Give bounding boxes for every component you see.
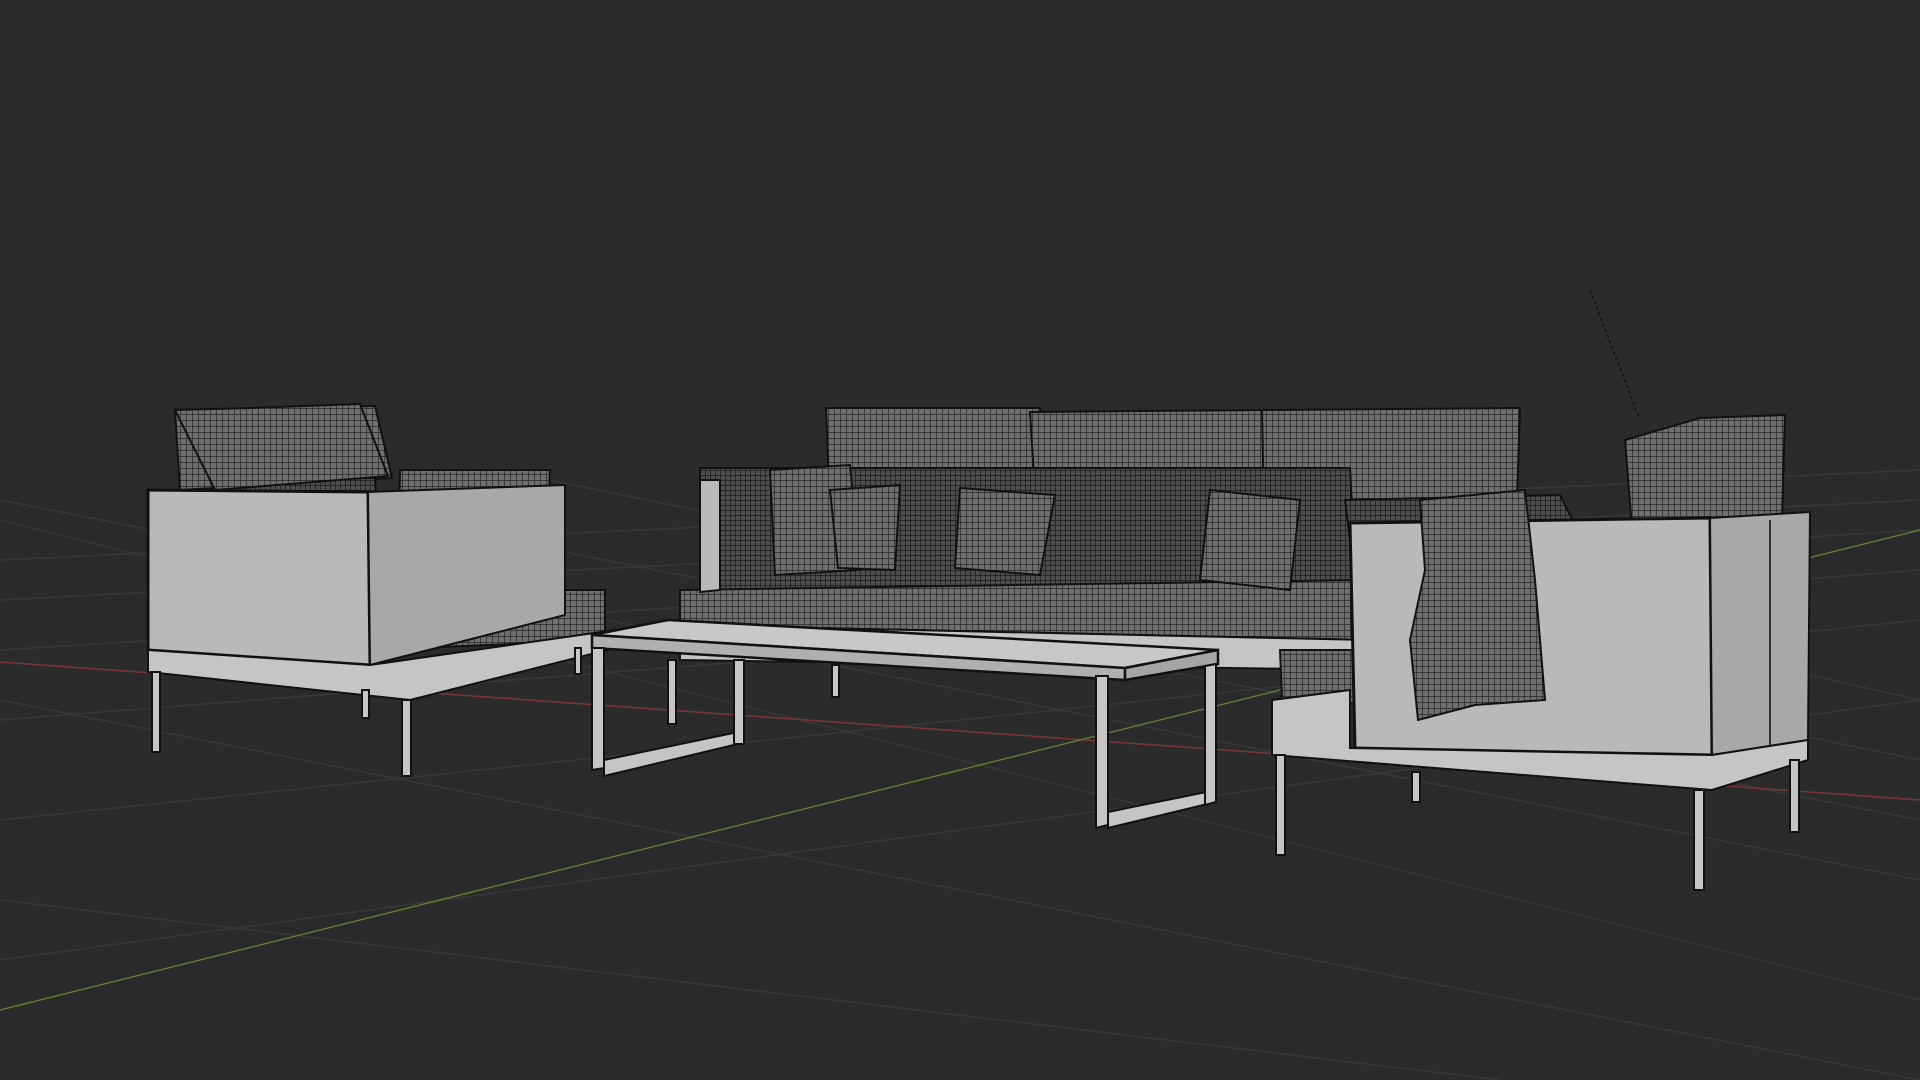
coffee-table[interactable] — [590, 618, 1220, 830]
throw-blanket[interactable] — [1408, 488, 1547, 722]
3d-viewport[interactable] — [0, 0, 1920, 1080]
light-guide-line — [1589, 289, 1641, 421]
viewport-scene[interactable] — [0, 0, 1920, 1080]
